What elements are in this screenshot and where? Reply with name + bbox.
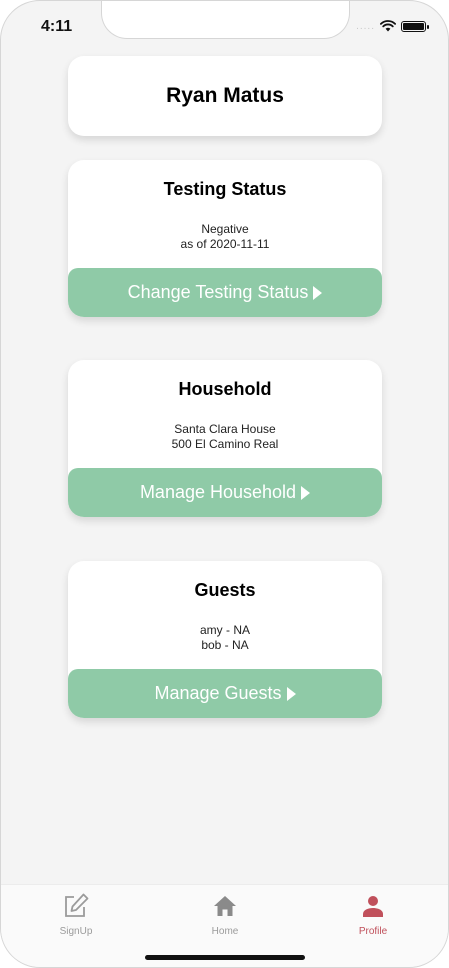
household-title: Household [178, 379, 272, 399]
wifi-icon [380, 20, 396, 32]
play-arrow-icon [313, 285, 323, 300]
change-testing-status-label: Change Testing Status [127, 282, 309, 302]
household-name: Santa Clara House [174, 422, 276, 436]
change-testing-status-button[interactable]: Change Testing Status [68, 268, 382, 317]
profile-name-card: Ryan Matus [68, 56, 382, 136]
battery-icon [401, 20, 429, 32]
tab-signup[interactable]: SignUp [26, 891, 126, 937]
edit-icon [65, 893, 89, 917]
status-icons: ..... [356, 20, 429, 32]
home-icon [214, 896, 236, 916]
testing-status-title: Testing Status [163, 179, 287, 199]
play-arrow-icon [301, 485, 311, 500]
guest-item: amy - NA [199, 623, 250, 637]
manage-household-label: Manage Household [139, 482, 297, 502]
play-arrow-icon [286, 686, 296, 701]
guests-card: Guests amy - NA bob - NA Manage Guests [68, 561, 382, 718]
status-time: 4:11 [41, 18, 73, 35]
testing-result: Negative [201, 222, 249, 236]
tab-home[interactable]: Home [175, 891, 275, 937]
home-indicator [145, 955, 305, 960]
person-icon [363, 896, 383, 917]
guest-item: bob - NA [201, 638, 249, 652]
household-address: 500 El Camino Real [171, 437, 279, 451]
guests-title: Guests [194, 580, 256, 600]
signal-dots: ..... [356, 20, 375, 32]
tab-home-label: Home [211, 926, 239, 937]
testing-date: as of 2020-11-11 [180, 237, 270, 251]
manage-guests-button[interactable]: Manage Guests [68, 669, 382, 718]
household-card: Household Santa Clara House 500 El Camin… [68, 360, 382, 517]
manage-household-button[interactable]: Manage Household [68, 468, 382, 517]
notch [101, 1, 350, 39]
tab-profile[interactable]: Profile [323, 891, 423, 937]
testing-status-card: Testing Status Negative as of 2020-11-11… [68, 160, 382, 317]
phone-screen: 4:11 ..... Ryan Matus Testing Status Neg… [0, 0, 449, 968]
tab-profile-label: Profile [358, 926, 388, 937]
tab-signup-label: SignUp [59, 926, 93, 937]
manage-guests-label: Manage Guests [154, 683, 282, 703]
profile-name: Ryan Matus [166, 84, 284, 107]
